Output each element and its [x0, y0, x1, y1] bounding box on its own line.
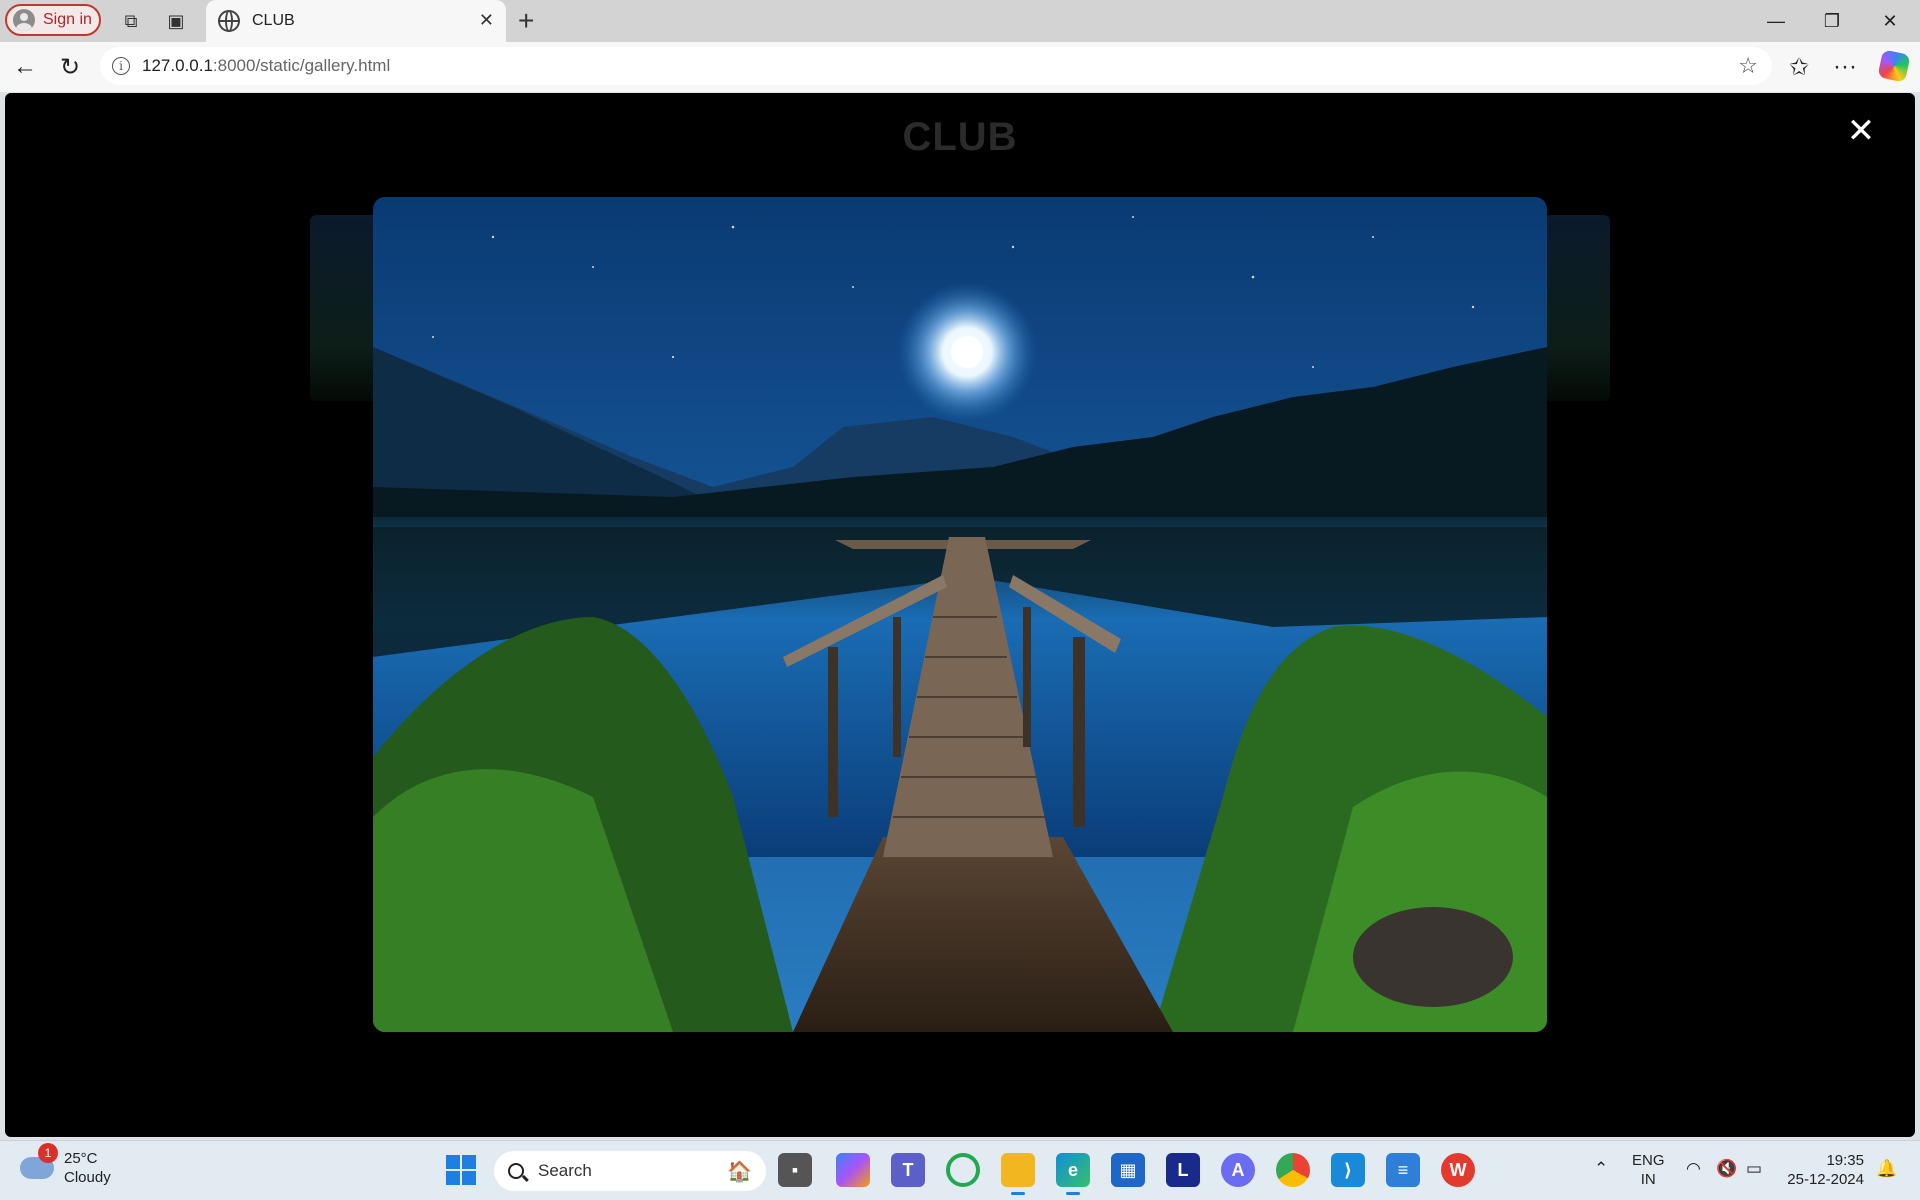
- file-explorer-icon[interactable]: [1001, 1153, 1035, 1195]
- wps-icon[interactable]: W: [1441, 1153, 1475, 1187]
- taskbar-search[interactable]: Search 🏠: [494, 1151, 766, 1191]
- close-window-button[interactable]: ✕: [1862, 6, 1918, 36]
- clock-date: 25-12-2024: [1787, 1171, 1864, 1188]
- region-code: IN: [1640, 1171, 1656, 1188]
- page-title: CLUB: [902, 115, 1018, 159]
- minimize-button[interactable]: —: [1748, 6, 1804, 36]
- page-viewport: CLUB ✕: [5, 93, 1915, 1137]
- address-bar[interactable]: i 127.0.0.1:8000/static/gallery.html ☆: [100, 47, 1772, 85]
- edge-icon[interactable]: e: [1056, 1153, 1090, 1195]
- cloud-icon: 1: [20, 1143, 58, 1179]
- notepad-icon[interactable]: ≡: [1386, 1153, 1420, 1187]
- lightbox-image: [373, 197, 1547, 1032]
- lake-pier-night-photo: [373, 197, 1547, 1032]
- language-code: ENG: [1632, 1152, 1665, 1169]
- more-options-icon[interactable]: ···: [1830, 52, 1860, 82]
- sign-in-label: Sign in: [43, 11, 92, 28]
- search-highlight-icon: 🏠: [727, 1161, 752, 1183]
- navigation-bar: ← ↻ i 127.0.0.1:8000/static/gallery.html…: [0, 42, 1920, 92]
- teams-icon[interactable]: T: [891, 1153, 925, 1187]
- store-icon[interactable]: ▦: [1111, 1153, 1145, 1187]
- show-hidden-icons[interactable]: ⌃: [1594, 1159, 1608, 1179]
- site-info-icon[interactable]: i: [112, 57, 130, 75]
- copilot-icon[interactable]: [1877, 49, 1911, 83]
- arc-app-icon[interactable]: A: [1221, 1153, 1255, 1187]
- weather-widget[interactable]: 1 25°C Cloudy: [20, 1143, 111, 1187]
- workspaces-icon[interactable]: ⧉: [118, 8, 144, 34]
- next-image-thumbnail[interactable]: [1545, 215, 1610, 401]
- battery-icon[interactable]: ▭: [1746, 1159, 1762, 1179]
- search-label: Search: [538, 1161, 592, 1180]
- clock-time: 19:35: [1826, 1152, 1864, 1169]
- reload-button[interactable]: ↻: [55, 52, 85, 82]
- copilot-app-icon[interactable]: [836, 1153, 870, 1187]
- weather-temp: 25°C: [64, 1150, 98, 1167]
- back-button[interactable]: ←: [10, 52, 40, 82]
- sign-in-button[interactable]: Sign in: [5, 4, 101, 36]
- l-app-icon[interactable]: L: [1166, 1153, 1200, 1187]
- clock[interactable]: 19:35 25-12-2024: [1784, 1151, 1864, 1189]
- restore-button[interactable]: ❐: [1804, 6, 1860, 36]
- previous-image-thumbnail[interactable]: [310, 215, 380, 401]
- chrome-icon[interactable]: [1276, 1153, 1310, 1187]
- url-path: :8000/static/gallery.html: [212, 56, 391, 75]
- favorite-star-icon[interactable]: ☆: [1738, 53, 1758, 79]
- taskbar: 1 25°C Cloudy Search 🏠 ▪ T e ▦ L A ⟩ ≡ W…: [0, 1140, 1920, 1200]
- weather-desc: Cloudy: [64, 1169, 111, 1186]
- url-text: 127.0.0.1:8000/static/gallery.html: [142, 56, 390, 76]
- start-button[interactable]: [446, 1155, 476, 1185]
- favorites-icon[interactable]: ✩: [1784, 52, 1814, 82]
- search-icon: [508, 1163, 524, 1179]
- globe-icon: [218, 10, 240, 32]
- task-view-icon[interactable]: ▪: [778, 1153, 812, 1187]
- vscode-icon[interactable]: ⟩: [1331, 1153, 1365, 1187]
- notification-badge: 1: [38, 1143, 58, 1163]
- wifi-icon[interactable]: ◠: [1686, 1159, 1701, 1179]
- circle-app-icon[interactable]: [946, 1153, 980, 1187]
- tab-title: CLUB: [252, 12, 295, 29]
- url-host: 127.0.0.1: [142, 56, 213, 75]
- tab-strip: Sign in ⧉ ▣ CLUB ✕ + — ❐ ✕: [0, 0, 1920, 42]
- close-tab-icon[interactable]: ✕: [479, 10, 494, 31]
- new-tab-button[interactable]: +: [518, 5, 534, 37]
- tab-club[interactable]: CLUB ✕: [206, 0, 506, 42]
- profile-icon: [13, 9, 35, 31]
- language-indicator[interactable]: ENG IN: [1632, 1151, 1665, 1189]
- tab-actions-icon[interactable]: ▣: [163, 8, 189, 34]
- volume-muted-icon[interactable]: 🔇: [1716, 1159, 1737, 1179]
- notifications-bell-icon[interactable]: 🔔: [1876, 1159, 1897, 1179]
- lightbox-close-button[interactable]: ✕: [1843, 112, 1879, 150]
